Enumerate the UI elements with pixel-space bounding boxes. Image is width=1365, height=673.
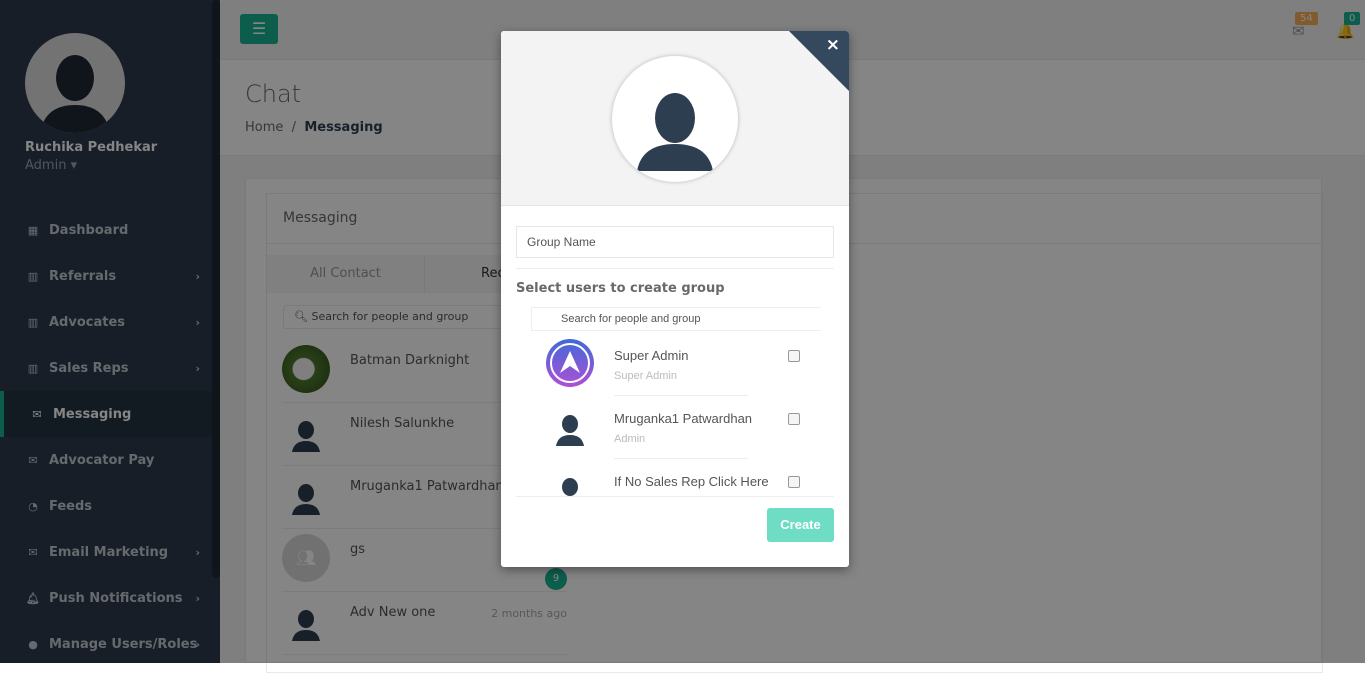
user-name: Mruganka1 Patwardhan [614, 411, 753, 426]
app-logo-avatar [546, 339, 594, 387]
user-list[interactable]: Super Admin Super Admin Mruganka1 Patwardh… [516, 333, 834, 497]
divider [516, 268, 834, 269]
create-button[interactable]: Create [767, 508, 834, 542]
group-name-input[interactable]: Group Name [516, 226, 834, 258]
user-role: Super Admin [614, 370, 677, 382]
select-user-checkbox[interactable] [788, 413, 800, 425]
user-row[interactable]: Super Admin Super Admin [516, 333, 834, 396]
user-search-input[interactable]: Search for people and group [531, 307, 821, 331]
user-row[interactable]: If No Sales Rep Click Here [516, 459, 834, 496]
person-icon [546, 465, 594, 496]
user-name: If No Sales Rep Click Here [614, 474, 769, 489]
group-avatar[interactable] [612, 56, 738, 182]
person-icon [546, 402, 594, 450]
user-row[interactable]: Mruganka1 Patwardhan Admin [516, 396, 834, 459]
create-group-modal: × Group Name Select users to create grou… [501, 31, 849, 567]
user-role: Admin [614, 433, 646, 445]
select-user-checkbox[interactable] [788, 350, 800, 362]
close-icon[interactable]: × [826, 35, 840, 55]
select-users-label: Select users to create group [516, 281, 725, 296]
select-user-checkbox[interactable] [788, 476, 800, 488]
modal-header: × [501, 31, 849, 206]
close-corner [789, 31, 849, 91]
user-name: Super Admin [614, 348, 689, 363]
